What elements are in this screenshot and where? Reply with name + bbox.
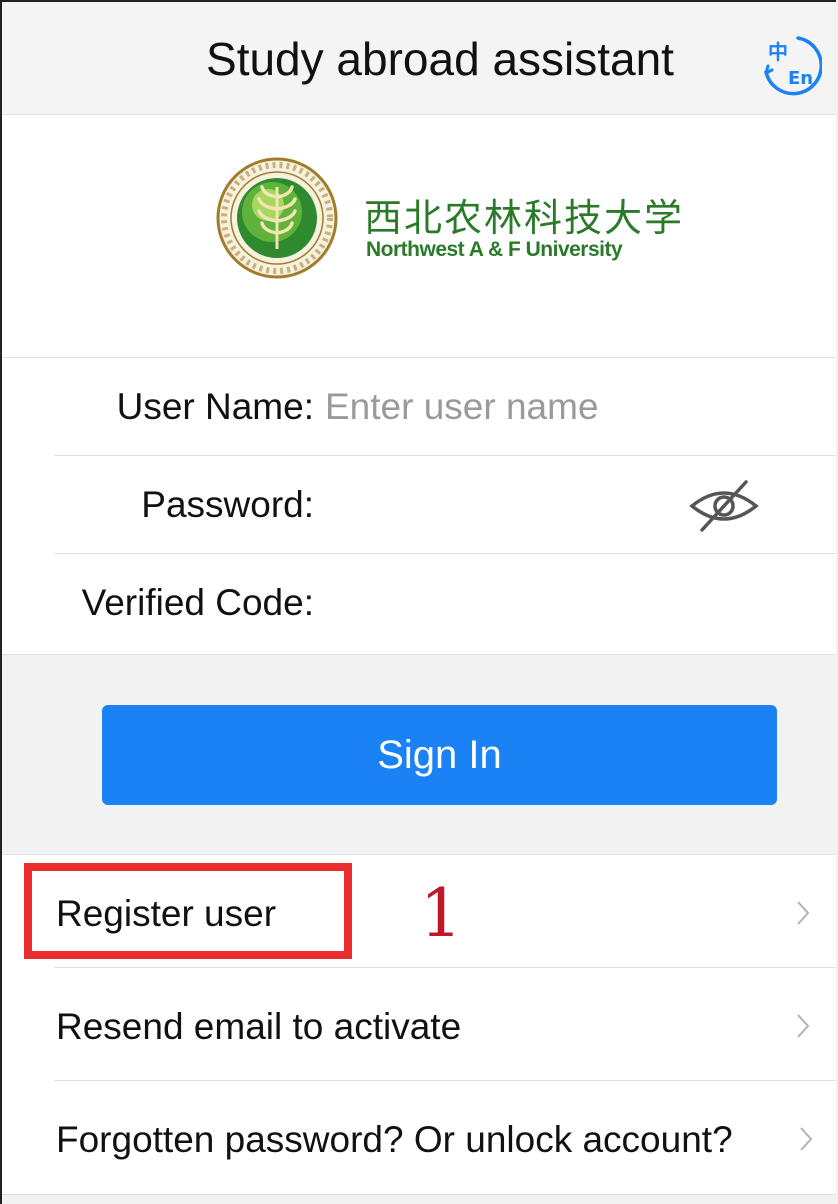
title-bar: Study abroad assistant 中 En <box>2 2 836 115</box>
university-emblem-icon <box>216 157 338 279</box>
eye-hidden-icon[interactable] <box>686 478 762 534</box>
register-user-link[interactable]: Register user 1 <box>2 855 836 968</box>
sign-in-button[interactable]: Sign In <box>102 705 777 805</box>
verified-code-input[interactable] <box>325 578 765 628</box>
resend-email-link[interactable]: Resend email to activate <box>2 968 836 1081</box>
forgotten-password-label: Forgotten password? Or unlock account? <box>56 1119 733 1160</box>
username-row: User Name: <box>2 358 836 456</box>
annotation-highlight-box <box>24 863 352 959</box>
forgotten-password-link[interactable]: Forgotten password? Or unlock account? <box>2 1081 836 1194</box>
username-label: User Name: <box>116 386 314 427</box>
language-switch-icon[interactable]: 中 En <box>758 32 822 96</box>
verified-code-label: Verified Code: <box>81 582 314 623</box>
annotation-step-number: 1 <box>420 875 462 952</box>
svg-text:En: En <box>788 68 813 89</box>
university-english-name: Northwest A & F University <box>366 238 623 261</box>
password-label: Password: <box>141 484 314 525</box>
bottom-divider <box>2 1194 836 1204</box>
page-title: Study abroad assistant <box>206 33 674 85</box>
app-screen: Study abroad assistant 中 En 西北农林科技大学 Nor… <box>0 0 836 1204</box>
chevron-right-icon <box>797 901 810 925</box>
chevron-right-icon <box>797 1014 810 1038</box>
university-chinese-name: 西北农林科技大学 <box>364 196 685 240</box>
university-logo: 西北农林科技大学 Northwest A & F University <box>2 115 836 358</box>
username-input[interactable] <box>325 382 765 432</box>
chevron-right-icon <box>800 1127 813 1151</box>
account-links-list: Register user 1 Resend email to activate… <box>2 854 836 1195</box>
signin-area: Sign In <box>2 655 836 853</box>
login-form: User Name: Password: Verified Code: <box>2 358 836 655</box>
password-row: Password: <box>2 456 836 554</box>
password-input[interactable] <box>325 480 665 530</box>
svg-text:中: 中 <box>768 40 788 64</box>
verified-code-row: Verified Code: <box>2 554 836 652</box>
resend-email-label: Resend email to activate <box>56 1006 462 1047</box>
